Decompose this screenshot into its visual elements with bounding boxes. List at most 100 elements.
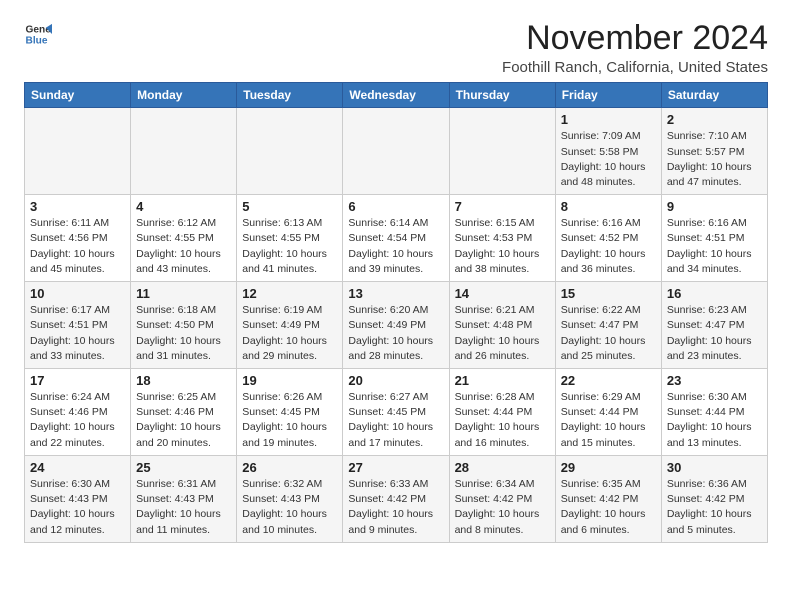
logo-icon: General Blue <box>24 20 52 48</box>
col-header-sunday: Sunday <box>25 83 131 108</box>
day-cell: 2 Sunrise: 7:10 AMSunset: 5:57 PMDaylight… <box>661 108 767 195</box>
day-info: Sunrise: 7:10 AMSunset: 5:57 PMDaylight:… <box>667 129 762 190</box>
day-number: 7 <box>455 199 550 214</box>
day-cell: 16 Sunrise: 6:23 AMSunset: 4:47 PMDayligh… <box>661 282 767 369</box>
day-cell: 6Sunrise: 6:14 AMSunset: 4:54 PMDaylight… <box>343 195 449 282</box>
day-info: Sunrise: 6:11 AMSunset: 4:56 PMDaylight:… <box>30 216 125 277</box>
day-cell <box>131 108 237 195</box>
day-number: 18 <box>136 373 231 388</box>
header: General Blue November 2024 Foothill Ranc… <box>24 20 768 76</box>
day-cell: 15Sunrise: 6:22 AMSunset: 4:47 PMDayligh… <box>555 282 661 369</box>
day-number: 12 <box>242 286 337 301</box>
day-number: 22 <box>561 373 656 388</box>
day-cell: 26 Sunrise: 6:32 AMSunset: 4:43 PMDayligh… <box>237 455 343 542</box>
day-info: Sunrise: 6:19 AMSunset: 4:49 PMDaylight:… <box>242 303 337 364</box>
day-number: 15 <box>561 286 656 301</box>
day-cell: 13 Sunrise: 6:20 AMSunset: 4:49 PMDayligh… <box>343 282 449 369</box>
day-info: Sunrise: 6:20 AMSunset: 4:49 PMDaylight:… <box>348 303 443 364</box>
day-number: 9 <box>667 199 762 214</box>
day-number: 11 <box>136 286 231 301</box>
day-info: Sunrise: 6:17 AMSunset: 4:51 PMDaylight:… <box>30 303 125 364</box>
day-number: 26 <box>242 460 337 475</box>
day-info: Sunrise: 6:18 AMSunset: 4:50 PMDaylight:… <box>136 303 231 364</box>
day-cell: 9 Sunrise: 6:16 AMSunset: 4:51 PMDaylight… <box>661 195 767 282</box>
day-info: Sunrise: 6:16 AMSunset: 4:51 PMDaylight:… <box>667 216 762 277</box>
week-row-4: 17 Sunrise: 6:24 AMSunset: 4:46 PMDayligh… <box>25 369 768 456</box>
day-number: 24 <box>30 460 125 475</box>
day-cell: 29Sunrise: 6:35 AMSunset: 4:42 PMDayligh… <box>555 455 661 542</box>
day-number: 14 <box>455 286 550 301</box>
day-number: 4 <box>136 199 231 214</box>
day-info: Sunrise: 6:16 AMSunset: 4:52 PMDaylight:… <box>561 216 656 277</box>
day-number: 20 <box>348 373 443 388</box>
day-cell: 12 Sunrise: 6:19 AMSunset: 4:49 PMDayligh… <box>237 282 343 369</box>
day-info: Sunrise: 6:23 AMSunset: 4:47 PMDaylight:… <box>667 303 762 364</box>
header-row: SundayMondayTuesdayWednesdayThursdayFrid… <box>25 83 768 108</box>
col-header-monday: Monday <box>131 83 237 108</box>
day-cell: 3Sunrise: 6:11 AMSunset: 4:56 PMDaylight… <box>25 195 131 282</box>
day-number: 23 <box>667 373 762 388</box>
day-cell: 20 Sunrise: 6:27 AMSunset: 4:45 PMDayligh… <box>343 369 449 456</box>
day-cell: 22 Sunrise: 6:29 AMSunset: 4:44 PMDayligh… <box>555 369 661 456</box>
day-info: Sunrise: 6:25 AMSunset: 4:46 PMDaylight:… <box>136 390 231 451</box>
col-header-friday: Friday <box>555 83 661 108</box>
day-cell: 21 Sunrise: 6:28 AMSunset: 4:44 PMDayligh… <box>449 369 555 456</box>
day-number: 10 <box>30 286 125 301</box>
day-info: Sunrise: 6:32 AMSunset: 4:43 PMDaylight:… <box>242 477 337 538</box>
day-cell: 10 Sunrise: 6:17 AMSunset: 4:51 PMDayligh… <box>25 282 131 369</box>
day-cell: 30 Sunrise: 6:36 AMSunset: 4:42 PMDayligh… <box>661 455 767 542</box>
day-number: 8 <box>561 199 656 214</box>
col-header-wednesday: Wednesday <box>343 83 449 108</box>
day-info: Sunrise: 6:26 AMSunset: 4:45 PMDaylight:… <box>242 390 337 451</box>
day-number: 13 <box>348 286 443 301</box>
week-row-3: 10 Sunrise: 6:17 AMSunset: 4:51 PMDayligh… <box>25 282 768 369</box>
day-cell: 18 Sunrise: 6:25 AMSunset: 4:46 PMDayligh… <box>131 369 237 456</box>
day-cell <box>449 108 555 195</box>
day-number: 25 <box>136 460 231 475</box>
col-header-tuesday: Tuesday <box>237 83 343 108</box>
day-cell: 11 Sunrise: 6:18 AMSunset: 4:50 PMDayligh… <box>131 282 237 369</box>
day-info: Sunrise: 6:31 AMSunset: 4:43 PMDaylight:… <box>136 477 231 538</box>
day-number: 19 <box>242 373 337 388</box>
day-info: Sunrise: 6:12 AMSunset: 4:55 PMDaylight:… <box>136 216 231 277</box>
day-number: 2 <box>667 112 762 127</box>
day-number: 30 <box>667 460 762 475</box>
day-info: Sunrise: 6:33 AMSunset: 4:42 PMDaylight:… <box>348 477 443 538</box>
day-number: 28 <box>455 460 550 475</box>
day-number: 1 <box>561 112 656 127</box>
day-info: Sunrise: 6:36 AMSunset: 4:42 PMDaylight:… <box>667 477 762 538</box>
day-cell <box>237 108 343 195</box>
day-info: Sunrise: 6:28 AMSunset: 4:44 PMDaylight:… <box>455 390 550 451</box>
col-header-thursday: Thursday <box>449 83 555 108</box>
day-number: 5 <box>242 199 337 214</box>
day-info: Sunrise: 6:34 AMSunset: 4:42 PMDaylight:… <box>455 477 550 538</box>
day-cell: 28 Sunrise: 6:34 AMSunset: 4:42 PMDayligh… <box>449 455 555 542</box>
day-cell: 24 Sunrise: 6:30 AMSunset: 4:43 PMDayligh… <box>25 455 131 542</box>
week-row-2: 3Sunrise: 6:11 AMSunset: 4:56 PMDaylight… <box>25 195 768 282</box>
day-info: Sunrise: 6:21 AMSunset: 4:48 PMDaylight:… <box>455 303 550 364</box>
svg-text:Blue: Blue <box>26 35 48 46</box>
day-number: 21 <box>455 373 550 388</box>
day-cell: 8 Sunrise: 6:16 AMSunset: 4:52 PMDaylight… <box>555 195 661 282</box>
day-info: Sunrise: 6:27 AMSunset: 4:45 PMDaylight:… <box>348 390 443 451</box>
day-cell: 7Sunrise: 6:15 AMSunset: 4:53 PMDaylight… <box>449 195 555 282</box>
day-number: 17 <box>30 373 125 388</box>
day-cell: 5 Sunrise: 6:13 AMSunset: 4:55 PMDaylight… <box>237 195 343 282</box>
day-cell: 14 Sunrise: 6:21 AMSunset: 4:48 PMDayligh… <box>449 282 555 369</box>
day-cell <box>343 108 449 195</box>
day-cell: 4 Sunrise: 6:12 AMSunset: 4:55 PMDaylight… <box>131 195 237 282</box>
day-info: Sunrise: 7:09 AMSunset: 5:58 PMDaylight:… <box>561 129 656 190</box>
title-area: November 2024 Foothill Ranch, California… <box>502 20 768 76</box>
day-info: Sunrise: 6:24 AMSunset: 4:46 PMDaylight:… <box>30 390 125 451</box>
day-info: Sunrise: 6:29 AMSunset: 4:44 PMDaylight:… <box>561 390 656 451</box>
col-header-saturday: Saturday <box>661 83 767 108</box>
day-number: 16 <box>667 286 762 301</box>
day-info: Sunrise: 6:30 AMSunset: 4:43 PMDaylight:… <box>30 477 125 538</box>
day-number: 29 <box>561 460 656 475</box>
day-cell: 1 Sunrise: 7:09 AMSunset: 5:58 PMDaylight… <box>555 108 661 195</box>
day-cell <box>25 108 131 195</box>
logo: General Blue <box>24 20 52 48</box>
day-number: 27 <box>348 460 443 475</box>
day-cell: 19 Sunrise: 6:26 AMSunset: 4:45 PMDayligh… <box>237 369 343 456</box>
day-info: Sunrise: 6:13 AMSunset: 4:55 PMDaylight:… <box>242 216 337 277</box>
